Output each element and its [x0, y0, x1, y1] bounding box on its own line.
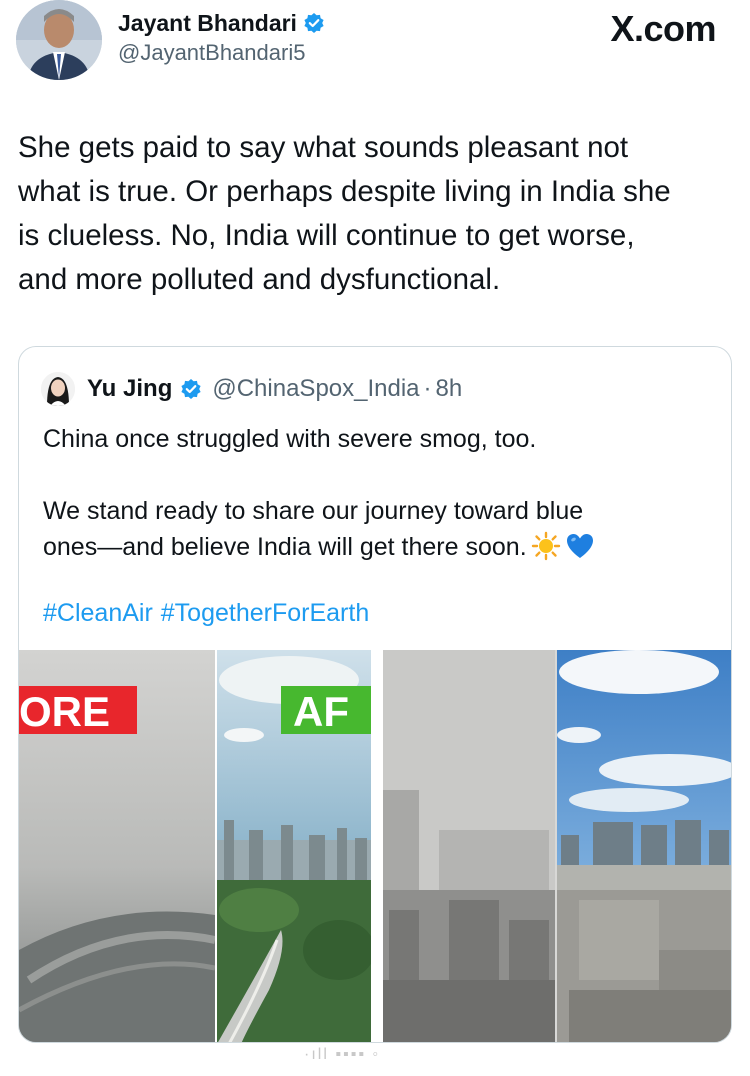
tweet-header: Jayant Bhandari @JayantBhandari5 X.com: [0, 0, 750, 100]
author-name[interactable]: Jayant Bhandari: [118, 10, 297, 37]
quoted-author-avatar[interactable]: [41, 372, 75, 406]
quoted-paragraph-1: China once struggled with severe smog, t…: [43, 425, 537, 453]
blue-heart-emoji-icon: [566, 534, 593, 558]
tweet-text: She gets paid to say what sounds pleasan…: [18, 126, 734, 302]
author-avatar[interactable]: [16, 0, 102, 80]
before-label: ORE: [19, 688, 110, 735]
quoted-author-name[interactable]: Yu Jing: [87, 375, 172, 403]
quoted-tweet-card[interactable]: Yu Jing @ChinaSpox_India · 8h China once…: [18, 346, 732, 1043]
quoted-author-handle[interactable]: @ChinaSpox_India: [212, 375, 419, 403]
watermark: ·ıll ▪▪▪▪ ◦: [304, 1046, 381, 1063]
quoted-tweet-text: China once struggled with severe smog, t…: [43, 421, 713, 565]
hashtag-link[interactable]: #CleanAir: [43, 599, 153, 627]
quoted-paragraph-2-line-1: We stand ready to share our journey towa…: [43, 497, 584, 525]
author-handle[interactable]: @JayantBhandari5: [118, 40, 305, 66]
verified-badge-icon: [181, 379, 201, 399]
quoted-tweet-media[interactable]: ORE AF: [19, 650, 731, 1042]
tweet-line: and more polluted and dysfunctional.: [18, 263, 501, 296]
hashtags: #CleanAir #TogetherForEarth: [43, 599, 377, 628]
separator-dot: ·: [423, 375, 432, 402]
x-logo: X.com: [610, 8, 716, 49]
verified-badge-icon: [304, 13, 324, 33]
tweet-line: is clueless. No, India will continue to …: [18, 219, 635, 252]
media-photo-rooftops[interactable]: [379, 650, 731, 1042]
quoted-tweet-time[interactable]: 8h: [436, 375, 463, 403]
sun-emoji-icon: [531, 531, 560, 561]
media-photo-highway[interactable]: ORE AF: [19, 650, 371, 1042]
author-name-row: Jayant Bhandari: [118, 6, 325, 40]
quoted-tweet-header: Yu Jing @ChinaSpox_India · 8h: [41, 371, 462, 407]
quoted-paragraph-2-line-2-text: ones—and believe India will get there so…: [43, 533, 527, 561]
after-label: AF: [293, 688, 349, 735]
quoted-paragraph-2-line-2: ones—and believe India will get there so…: [43, 529, 713, 565]
tweet-line: what is true. Or perhaps despite living …: [18, 175, 671, 208]
tweet-line: She gets paid to say what sounds pleasan…: [18, 131, 629, 164]
hashtag-link[interactable]: #TogetherForEarth: [161, 599, 369, 627]
